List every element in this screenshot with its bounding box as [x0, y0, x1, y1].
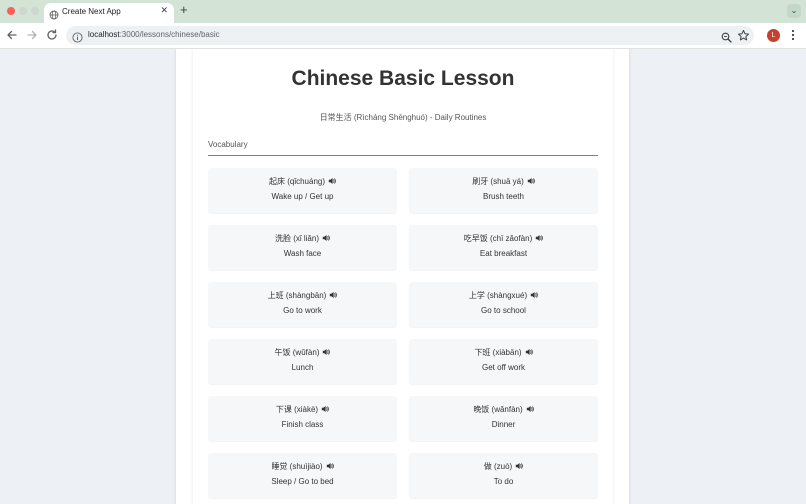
- speaker-icon[interactable]: [525, 348, 533, 356]
- vocab-card[interactable]: 刷牙 (shuā yá) Brush teeth: [409, 168, 598, 213]
- vocab-word-row: 上班 (shàngbān): [208, 291, 397, 301]
- more-menu-icon[interactable]: [789, 28, 797, 42]
- vocab-word: 睡觉 (shuìjiào): [271, 462, 323, 471]
- vocab-card[interactable]: 吃早饭 (chī zǎofàn) Eat breakfast: [409, 225, 598, 270]
- vocab-word-row: 做 (zuò): [409, 462, 598, 472]
- page-title: Chinese Basic Lesson: [291, 67, 515, 90]
- new-tab-plus-icon[interactable]: +: [180, 3, 188, 16]
- vocabulary-tab[interactable]: Vocabulary: [208, 140, 248, 149]
- vocab-word: 午饭 (wǔfàn): [274, 348, 320, 357]
- vocab-meaning: Finish class: [281, 420, 324, 429]
- vocab-word-row: 下课 (xiàkè): [208, 405, 397, 415]
- speaker-icon[interactable]: [322, 234, 330, 242]
- window-close-button[interactable]: [7, 7, 15, 15]
- vocab-word: 洗脸 (xǐ liǎn): [274, 234, 319, 243]
- vocab-word-row: 洗脸 (xǐ liǎn): [208, 234, 397, 244]
- vocab-word-row: 起床 (qǐchuáng): [208, 177, 397, 187]
- vocab-meaning: Lunch: [291, 363, 314, 372]
- vocab-word: 起床 (qǐchuáng): [268, 177, 326, 186]
- vocab-card[interactable]: 晚饭 (wǎnfàn) Dinner: [409, 396, 598, 441]
- vocab-meaning: Wake up / Get up: [271, 192, 334, 201]
- vocab-word-row: 下班 (xiàbān): [409, 348, 598, 358]
- tab-close-icon[interactable]: ✕: [160, 6, 168, 15]
- vocab-word-row: 睡觉 (shuìjiào): [208, 462, 397, 472]
- vocab-card[interactable]: 上班 (shàngbān) Go to work: [208, 282, 397, 327]
- vocab-card[interactable]: 洗脸 (xǐ liǎn) Wash face: [208, 225, 397, 270]
- speaker-icon[interactable]: [515, 462, 524, 470]
- url-text[interactable]: localhost:3000/lessons/chinese/basic: [88, 30, 220, 39]
- globe-icon: [49, 7, 59, 20]
- vocab-word: 下班 (xiàbān): [474, 348, 522, 357]
- speaker-icon[interactable]: [322, 348, 331, 356]
- vocab-word: 刷牙 (shuā yá): [472, 177, 524, 186]
- site-info-icon[interactable]: [72, 30, 83, 43]
- vocab-word-row: 晚饭 (wǎnfàn): [409, 405, 598, 415]
- vocab-card[interactable]: 做 (zuò) To do: [409, 453, 598, 498]
- vocab-word: 晚饭 (wǎnfàn): [473, 405, 523, 414]
- bookmark-star-icon[interactable]: [737, 29, 750, 42]
- browser-toolbar: localhost:3000/lessons/chinese/basic L: [0, 23, 806, 49]
- vocab-meaning: Go to work: [283, 306, 322, 315]
- url-host: localhost: [88, 30, 120, 39]
- speaker-icon[interactable]: [328, 177, 336, 185]
- speaker-icon[interactable]: [326, 462, 334, 470]
- speaker-icon[interactable]: [526, 405, 534, 413]
- tab-search-chevron-icon[interactable]: ⌄: [787, 4, 801, 18]
- vocab-word-row: 吃早饭 (chī zǎofàn): [409, 234, 598, 244]
- tab-title: Create Next App: [62, 7, 121, 16]
- reload-icon[interactable]: [45, 28, 59, 42]
- vocab-word: 做 (zuò): [483, 462, 513, 471]
- profile-avatar[interactable]: L: [767, 29, 780, 42]
- zoom-icon[interactable]: [721, 30, 732, 43]
- forward-arrow-icon[interactable]: [25, 28, 39, 42]
- vocab-word: 上班 (shàngbān): [267, 291, 327, 300]
- url-path: :3000/lessons/chinese/basic: [119, 30, 220, 39]
- vocab-card[interactable]: 起床 (qǐchuáng) Wake up / Get up: [208, 168, 397, 213]
- section-divider: [208, 155, 598, 156]
- vocab-meaning: Dinner: [491, 420, 516, 429]
- speaker-icon[interactable]: [535, 234, 544, 242]
- vocab-meaning: Eat breakfast: [479, 249, 528, 258]
- vocab-meaning: To do: [493, 477, 514, 486]
- vocab-meaning: Wash face: [283, 249, 322, 258]
- speaker-icon[interactable]: [527, 177, 535, 185]
- speaker-icon[interactable]: [321, 405, 329, 413]
- page-viewport: Chinese Basic Lesson 日常生活 (Rìcháng Shēng…: [0, 49, 806, 504]
- vocab-card[interactable]: 下班 (xiàbān) Get off work: [409, 339, 598, 384]
- window-maximize-button[interactable]: [31, 7, 39, 15]
- browser-tab[interactable]: Create Next App ✕: [44, 3, 174, 23]
- lesson-subtitle: 日常生活 (Rìcháng Shēnghuó) - Daily Routines: [319, 113, 487, 122]
- vocab-card[interactable]: 睡觉 (shuìjiào) Sleep / Go to bed: [208, 453, 397, 498]
- vocab-word: 吃早饭 (chī zǎofàn): [463, 234, 533, 243]
- vocab-meaning: Sleep / Go to bed: [271, 477, 334, 486]
- vocab-word-row: 上学 (shàngxué): [409, 291, 598, 301]
- vocab-card[interactable]: 上学 (shàngxué) Go to school: [409, 282, 598, 327]
- vocab-word: 下课 (xiàkè): [275, 405, 319, 414]
- speaker-icon[interactable]: [530, 291, 538, 299]
- browser-tab-bar: Create Next App ✕ + ⌄: [0, 0, 806, 23]
- vocab-card[interactable]: 午饭 (wǔfàn) Lunch: [208, 339, 397, 384]
- back-arrow-icon[interactable]: [5, 28, 19, 42]
- window-minimize-button[interactable]: [19, 7, 27, 15]
- vocab-meaning: Brush teeth: [483, 192, 524, 201]
- vocab-word: 上学 (shàngxué): [468, 291, 528, 300]
- vocab-meaning: Go to school: [481, 306, 526, 315]
- vocabulary-grid: 起床 (qǐchuáng) Wake up / Get up 刷牙 (shuā yá…: [208, 168, 598, 498]
- vocab-card[interactable]: 下课 (xiàkè) Finish class: [208, 396, 397, 441]
- address-bar[interactable]: localhost:3000/lessons/chinese/basic: [66, 26, 754, 45]
- vocab-meaning: Get off work: [482, 363, 525, 372]
- vocab-word-row: 刷牙 (shuā yá): [409, 177, 598, 187]
- vocab-word-row: 午饭 (wǔfàn): [208, 348, 397, 358]
- speaker-icon[interactable]: [329, 291, 338, 299]
